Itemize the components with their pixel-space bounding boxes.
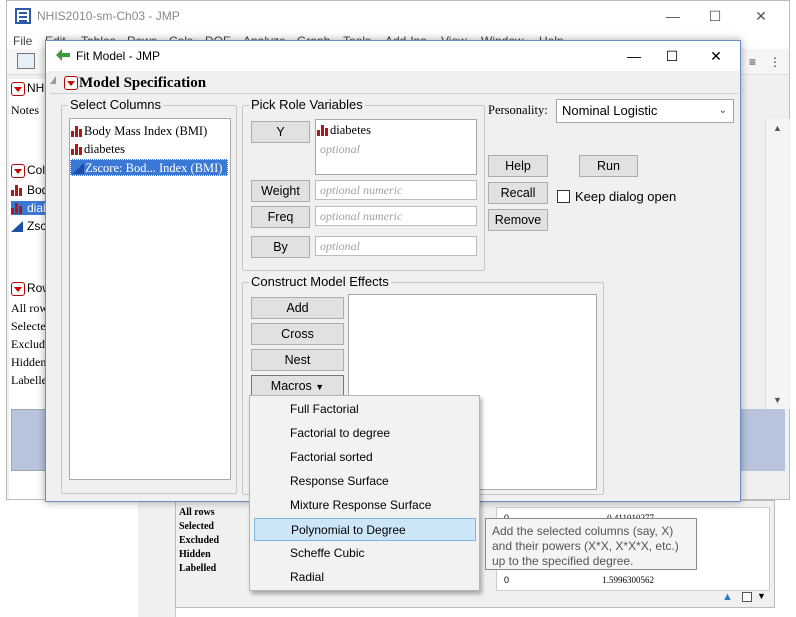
scroll-top-icon[interactable]: ▲ [722,591,733,603]
macros-button[interactable]: Macros ▼ [251,375,344,397]
keep-dialog-open-checkbox[interactable] [557,190,570,203]
nominal-column-icon [11,203,23,214]
pick-role-legend: Pick Role Variables [249,97,365,112]
freq-role-button[interactable]: Freq [251,206,310,228]
menu-item-full-factorial[interactable]: Full Factorial [254,398,476,421]
disclosure-icon[interactable] [11,82,25,96]
list-item[interactable]: diabetes [70,141,125,158]
menu-item-factorial-sorted[interactable]: Factorial sorted [254,446,476,469]
y-role-placeholder: optional [320,142,361,156]
jmp-table-icon [15,8,31,24]
select-columns-group: Select Columns Body Mass Index (BMI) dia… [61,97,237,494]
row-state-label: All row [11,301,48,315]
list-item[interactable]: Body Mass Index (BMI) [70,123,207,140]
disclosure-icon[interactable] [11,282,25,296]
thumbnail-strip [11,409,49,471]
dropdown-arrow-icon[interactable]: ▼ [757,591,766,601]
macro-tooltip: Add the selected columns (say, X) and th… [485,518,697,570]
row-value-cell: 1.5996300562 [602,575,654,585]
select-box-icon[interactable] [742,592,752,602]
row-count-cell: 0 [504,575,510,585]
row-state-label: Exclud [11,337,45,351]
personality-select[interactable]: Nominal Logistic ⌄ [556,99,734,123]
row-state-label: Selecte [11,319,46,333]
cross-button[interactable]: Cross [251,323,344,345]
dialog-titlebar: Fit Model - JMP — ☐ ✕ [46,41,740,71]
background-titlebar: NHIS2010-sm-Ch03 - JMP — ☐ ✕ [7,1,789,31]
weight-role-button[interactable]: Weight [251,180,310,202]
freq-role-field[interactable]: optional numeric [315,206,477,226]
maximize-icon[interactable]: ☐ [705,7,725,25]
dropdown-arrow-icon: ▼ [315,382,325,392]
continuous-column-icon [11,221,23,232]
toolbar-more-icon[interactable]: ⋮ [769,55,781,69]
scroll-down-icon[interactable]: ▼ [773,395,782,405]
row-state-label: Hidden [11,355,47,369]
rows-label: Selected [179,521,214,532]
section-title: Model Specification [79,75,207,91]
vertical-scrollbar[interactable]: ▲ ▼ [765,119,791,409]
column-list[interactable]: Body Mass Index (BMI) diabetes Zscore: B… [69,118,231,480]
close-icon[interactable]: ✕ [751,7,771,25]
menu-item-factorial-degree[interactable]: Factorial to degree [254,422,476,445]
list-item[interactable]: diabetes [316,122,371,139]
macros-menu: Full Factorial Factorial to degree Facto… [249,395,480,591]
recall-button[interactable]: Recall [488,182,548,204]
rows-label: Hidden [179,549,211,560]
continuous-column-icon [72,163,84,174]
menu-item-radial[interactable]: Radial [254,566,476,589]
add-button[interactable]: Add [251,297,344,319]
nominal-column-icon [71,144,83,155]
close-icon[interactable]: ✕ [702,45,730,67]
background-window-title: NHIS2010-sm-Ch03 - JMP [37,9,180,23]
weight-role-field[interactable]: optional numeric [315,180,477,200]
nominal-column-icon [11,185,23,196]
menu-item-mixture-surface[interactable]: Mixture Response Surface [254,494,476,517]
outline-collapse-icon[interactable] [50,76,56,84]
rows-label: Excluded [179,535,220,546]
keep-dialog-open-label: Keep dialog open [575,189,677,204]
row-state-label: Labelle [11,373,47,387]
rows-label: All rows [179,507,215,518]
nominal-column-icon [317,125,329,136]
table-left-margin [138,500,176,617]
by-role-field[interactable]: optional [315,236,477,256]
nest-button[interactable]: Nest [251,349,344,371]
dialog-title: Fit Model - JMP [76,49,161,63]
menu-item-polynomial-degree[interactable]: Polynomial to Degree [254,518,476,541]
menu-item-scheffe-cubic[interactable]: Scheffe Cubic [254,542,476,565]
minimize-icon[interactable]: — [620,45,648,67]
toolbar-open-icon[interactable] [17,53,35,69]
by-role-button[interactable]: By [251,236,310,258]
column-item-diab[interactable]: diab [11,201,50,215]
fit-model-icon [56,49,70,61]
minimize-icon[interactable]: — [663,7,683,25]
personality-label: Personality: [488,103,548,117]
pick-role-group: Pick Role Variables Y diabetes optional … [242,97,485,271]
red-triangle-menu-icon[interactable] [64,76,78,90]
grid-region [741,409,785,471]
personality-value: Nominal Logistic [562,103,658,118]
remove-button[interactable]: Remove [488,209,548,231]
help-button[interactable]: Help [488,155,548,177]
select-columns-legend: Select Columns [68,97,164,112]
disclosure-icon[interactable] [11,164,25,178]
y-role-button[interactable]: Y [251,121,310,143]
column-item-zsc[interactable]: Zsc [11,219,46,233]
scroll-up-icon[interactable]: ▲ [773,123,782,133]
toolbar-overflow-icon[interactable]: ≡ [749,55,756,69]
chevron-down-icon: ⌄ [718,105,727,116]
menu-item-response-surface[interactable]: Response Surface [254,470,476,493]
construct-effects-legend: Construct Model Effects [249,274,391,289]
nominal-column-icon [71,126,83,137]
list-item-selected[interactable]: Zscore: Bod... Index (BMI) [70,159,228,176]
y-role-list[interactable]: diabetes optional [315,119,477,175]
rows-label: Labelled [179,563,217,574]
run-button[interactable]: Run [579,155,638,177]
maximize-icon[interactable]: ☐ [658,45,686,67]
notes-label: Notes [11,103,39,117]
menu-file[interactable]: File [13,34,32,48]
